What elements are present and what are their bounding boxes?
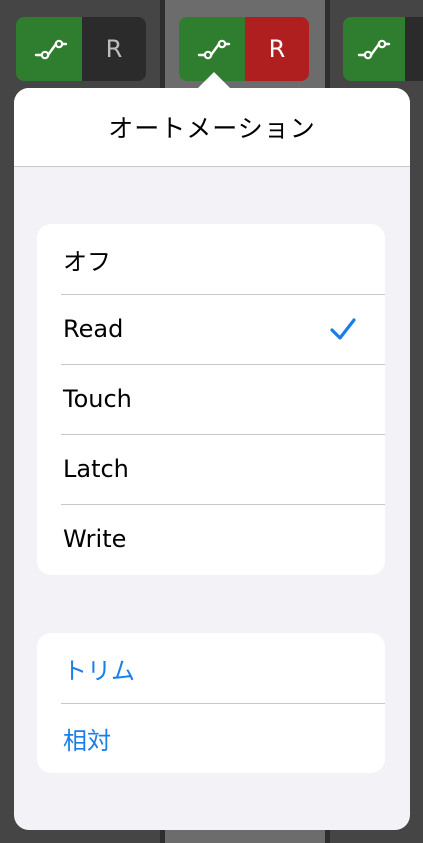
mode-option-read[interactable]: Read [37,294,385,364]
popover-arrow [197,72,231,89]
mode-option-label: オフ [63,247,111,276]
automation-mode-button-track-3[interactable] [405,17,423,81]
checkmark-icon [330,318,356,340]
mode-option-label: Latch [63,455,129,483]
mode-label: R [268,35,286,63]
mode-option-latch[interactable]: Latch [37,434,385,504]
action-trim[interactable]: トリム [37,633,385,703]
mode-option-write[interactable]: Write [37,504,385,574]
action-label: 相対 [63,726,111,755]
mode-option-off[interactable]: オフ [37,224,385,294]
automation-mode-list: オフ Read Touch Latch Write [37,224,385,575]
mode-label: R [105,35,123,63]
action-label: トリム [63,656,135,685]
action-relative[interactable]: 相対 [37,703,385,773]
popover-header: オートメーション [14,88,410,167]
mode-option-label: Write [63,525,127,553]
mode-option-touch[interactable]: Touch [37,364,385,434]
mode-option-label: Touch [63,385,132,413]
automation-curve-icon [197,39,231,60]
mode-option-label: Read [63,315,124,343]
automation-mode-button-track-1[interactable]: R [82,17,146,81]
automation-button-track-3[interactable] [343,17,405,81]
automation-mode-button-track-2[interactable]: R [245,17,309,81]
automation-curve-icon [34,39,68,60]
automation-popover: オートメーション オフ Read Touch Latch Write トリム 相… [14,88,410,830]
automation-button-track-1[interactable] [16,17,86,81]
popover-title: オートメーション [108,114,316,143]
automation-action-list: トリム 相対 [37,633,385,773]
automation-curve-icon [357,39,391,60]
